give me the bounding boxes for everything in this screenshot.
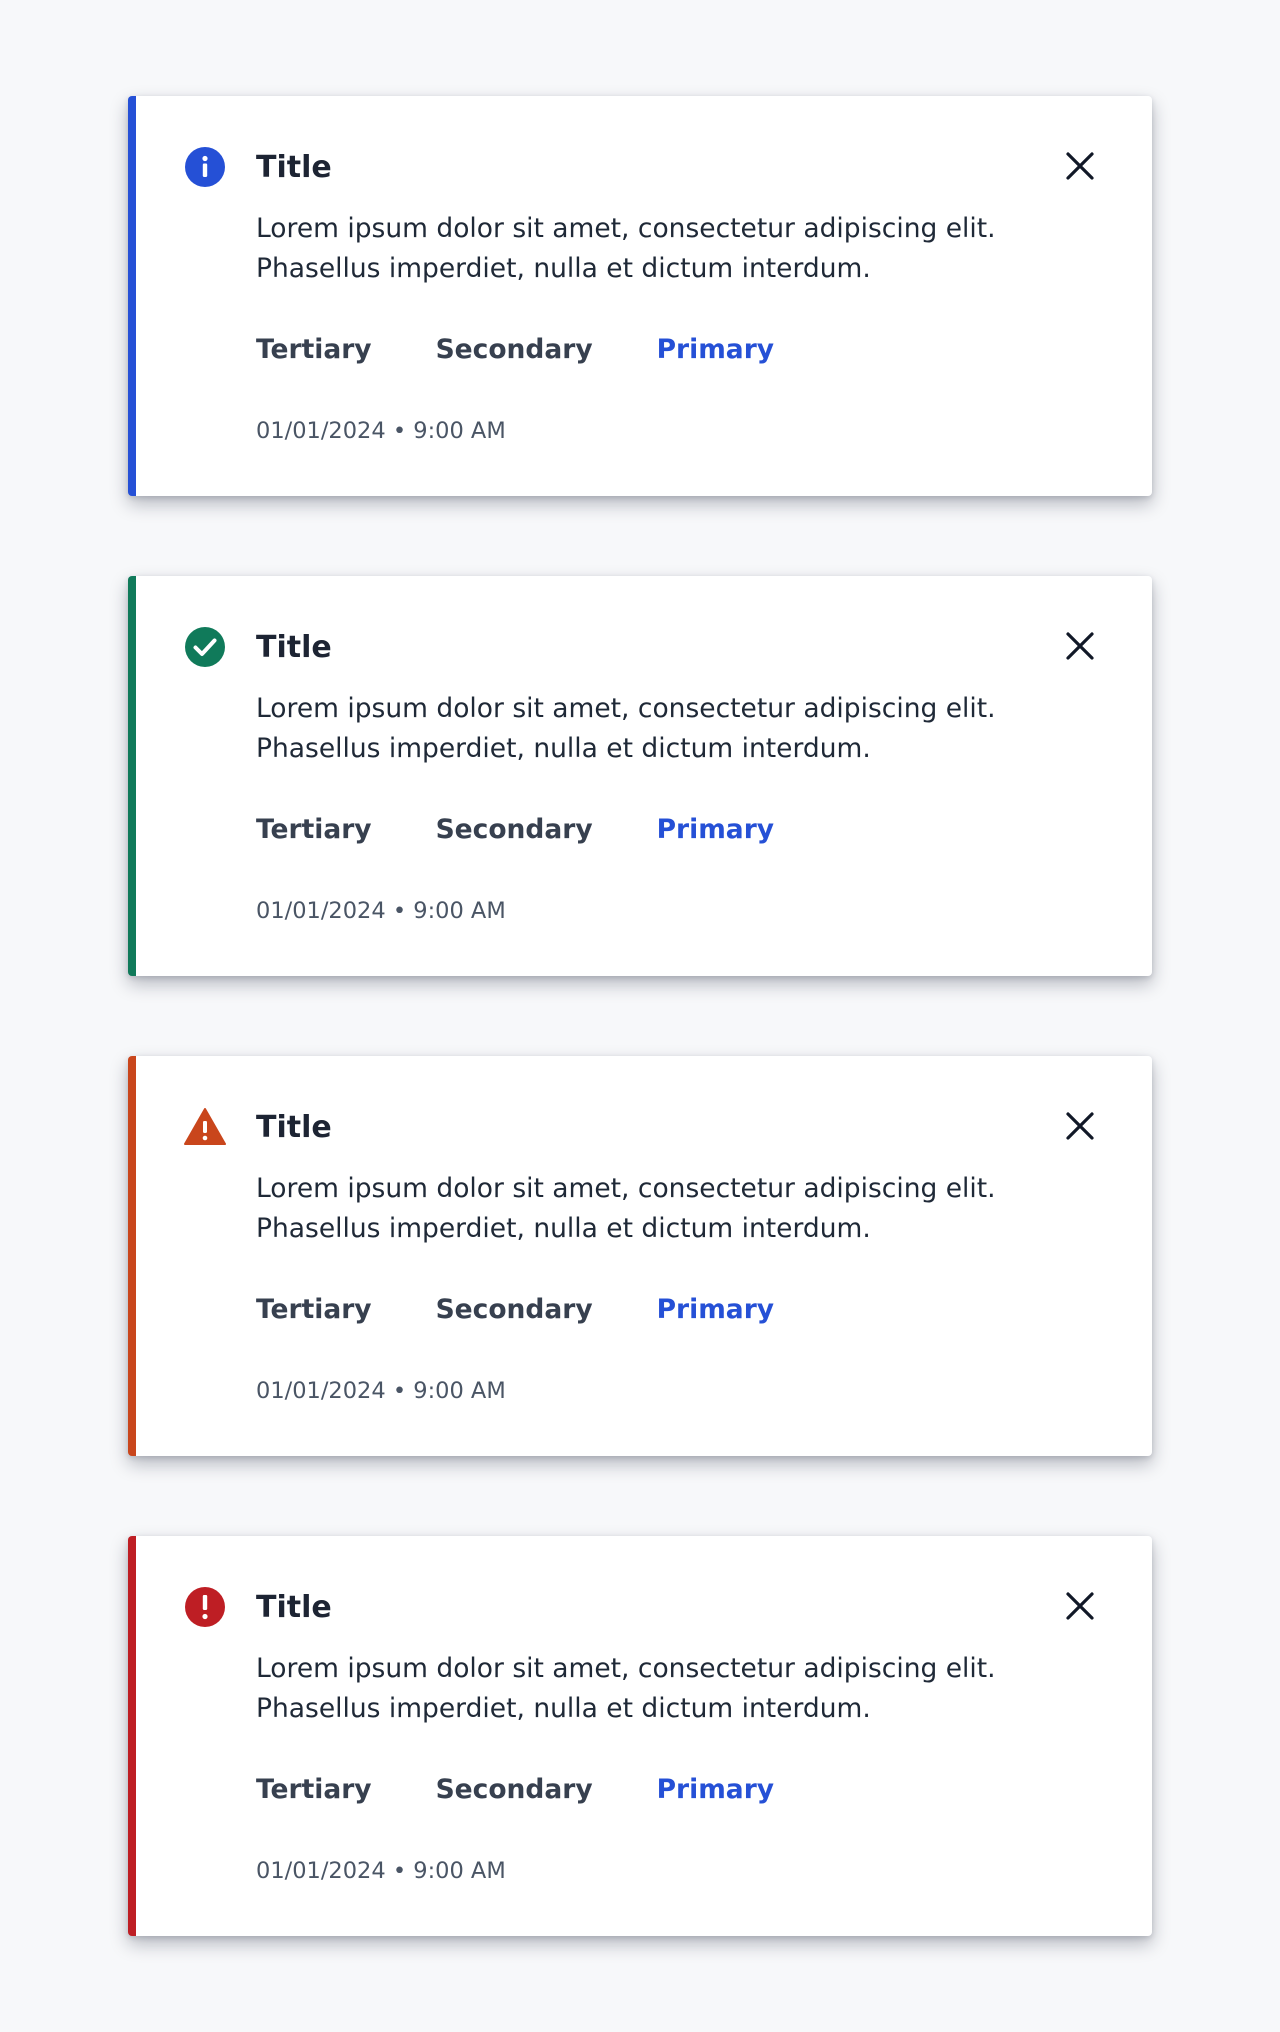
toast-title: Title (256, 1110, 332, 1145)
toast-title: Title (256, 150, 332, 185)
tertiary-button[interactable]: Tertiary (256, 1774, 372, 1806)
secondary-button[interactable]: Secondary (436, 334, 593, 366)
toast-message: Lorem ipsum dolor sit amet, consectetur … (256, 1653, 996, 1724)
check-circle-icon (185, 627, 225, 667)
toast-info: Title Lorem ipsum dolor sit amet, consec… (128, 96, 1152, 496)
secondary-button[interactable]: Secondary (436, 814, 593, 846)
close-icon (1066, 1592, 1094, 1620)
close-button[interactable] (1060, 146, 1100, 186)
toast-message: Lorem ipsum dolor sit amet, consectetur … (256, 693, 996, 764)
toast-timestamp: 01/01/2024 • 9:00 AM (256, 1378, 506, 1404)
error-icon (185, 1587, 225, 1627)
tertiary-button[interactable]: Tertiary (256, 334, 372, 366)
secondary-button[interactable]: Secondary (436, 1774, 593, 1806)
close-icon (1066, 632, 1094, 660)
toast-actions: Tertiary Secondary Primary (256, 814, 774, 846)
toast-title: Title (256, 1590, 332, 1625)
toast-success: Title Lorem ipsum dolor sit amet, consec… (128, 576, 1152, 976)
toast-actions: Tertiary Secondary Primary (256, 1774, 774, 1806)
toast-warning: Title Lorem ipsum dolor sit amet, consec… (128, 1056, 1152, 1456)
close-button[interactable] (1060, 626, 1100, 666)
close-button[interactable] (1060, 1106, 1100, 1146)
tertiary-button[interactable]: Tertiary (256, 814, 372, 846)
toast-list: Title Lorem ipsum dolor sit amet, consec… (128, 96, 1152, 2016)
toast-message: Lorem ipsum dolor sit amet, consectetur … (256, 213, 996, 284)
close-icon (1066, 152, 1094, 180)
toast-timestamp: 01/01/2024 • 9:00 AM (256, 898, 506, 924)
toast-timestamp: 01/01/2024 • 9:00 AM (256, 1858, 506, 1884)
toast-title: Title (256, 630, 332, 665)
toast-message: Lorem ipsum dolor sit amet, consectetur … (256, 1173, 996, 1244)
secondary-button[interactable]: Secondary (436, 1294, 593, 1326)
primary-button[interactable]: Primary (657, 1774, 774, 1806)
toast-actions: Tertiary Secondary Primary (256, 334, 774, 366)
warning-triangle-icon (184, 1108, 226, 1145)
close-icon (1066, 1112, 1094, 1140)
toast-actions: Tertiary Secondary Primary (256, 1294, 774, 1326)
primary-button[interactable]: Primary (657, 334, 774, 366)
toast-error: Title Lorem ipsum dolor sit amet, consec… (128, 1536, 1152, 1936)
primary-button[interactable]: Primary (657, 1294, 774, 1326)
toast-timestamp: 01/01/2024 • 9:00 AM (256, 418, 506, 444)
tertiary-button[interactable]: Tertiary (256, 1294, 372, 1326)
close-button[interactable] (1060, 1586, 1100, 1626)
primary-button[interactable]: Primary (657, 814, 774, 846)
info-icon (185, 147, 225, 187)
